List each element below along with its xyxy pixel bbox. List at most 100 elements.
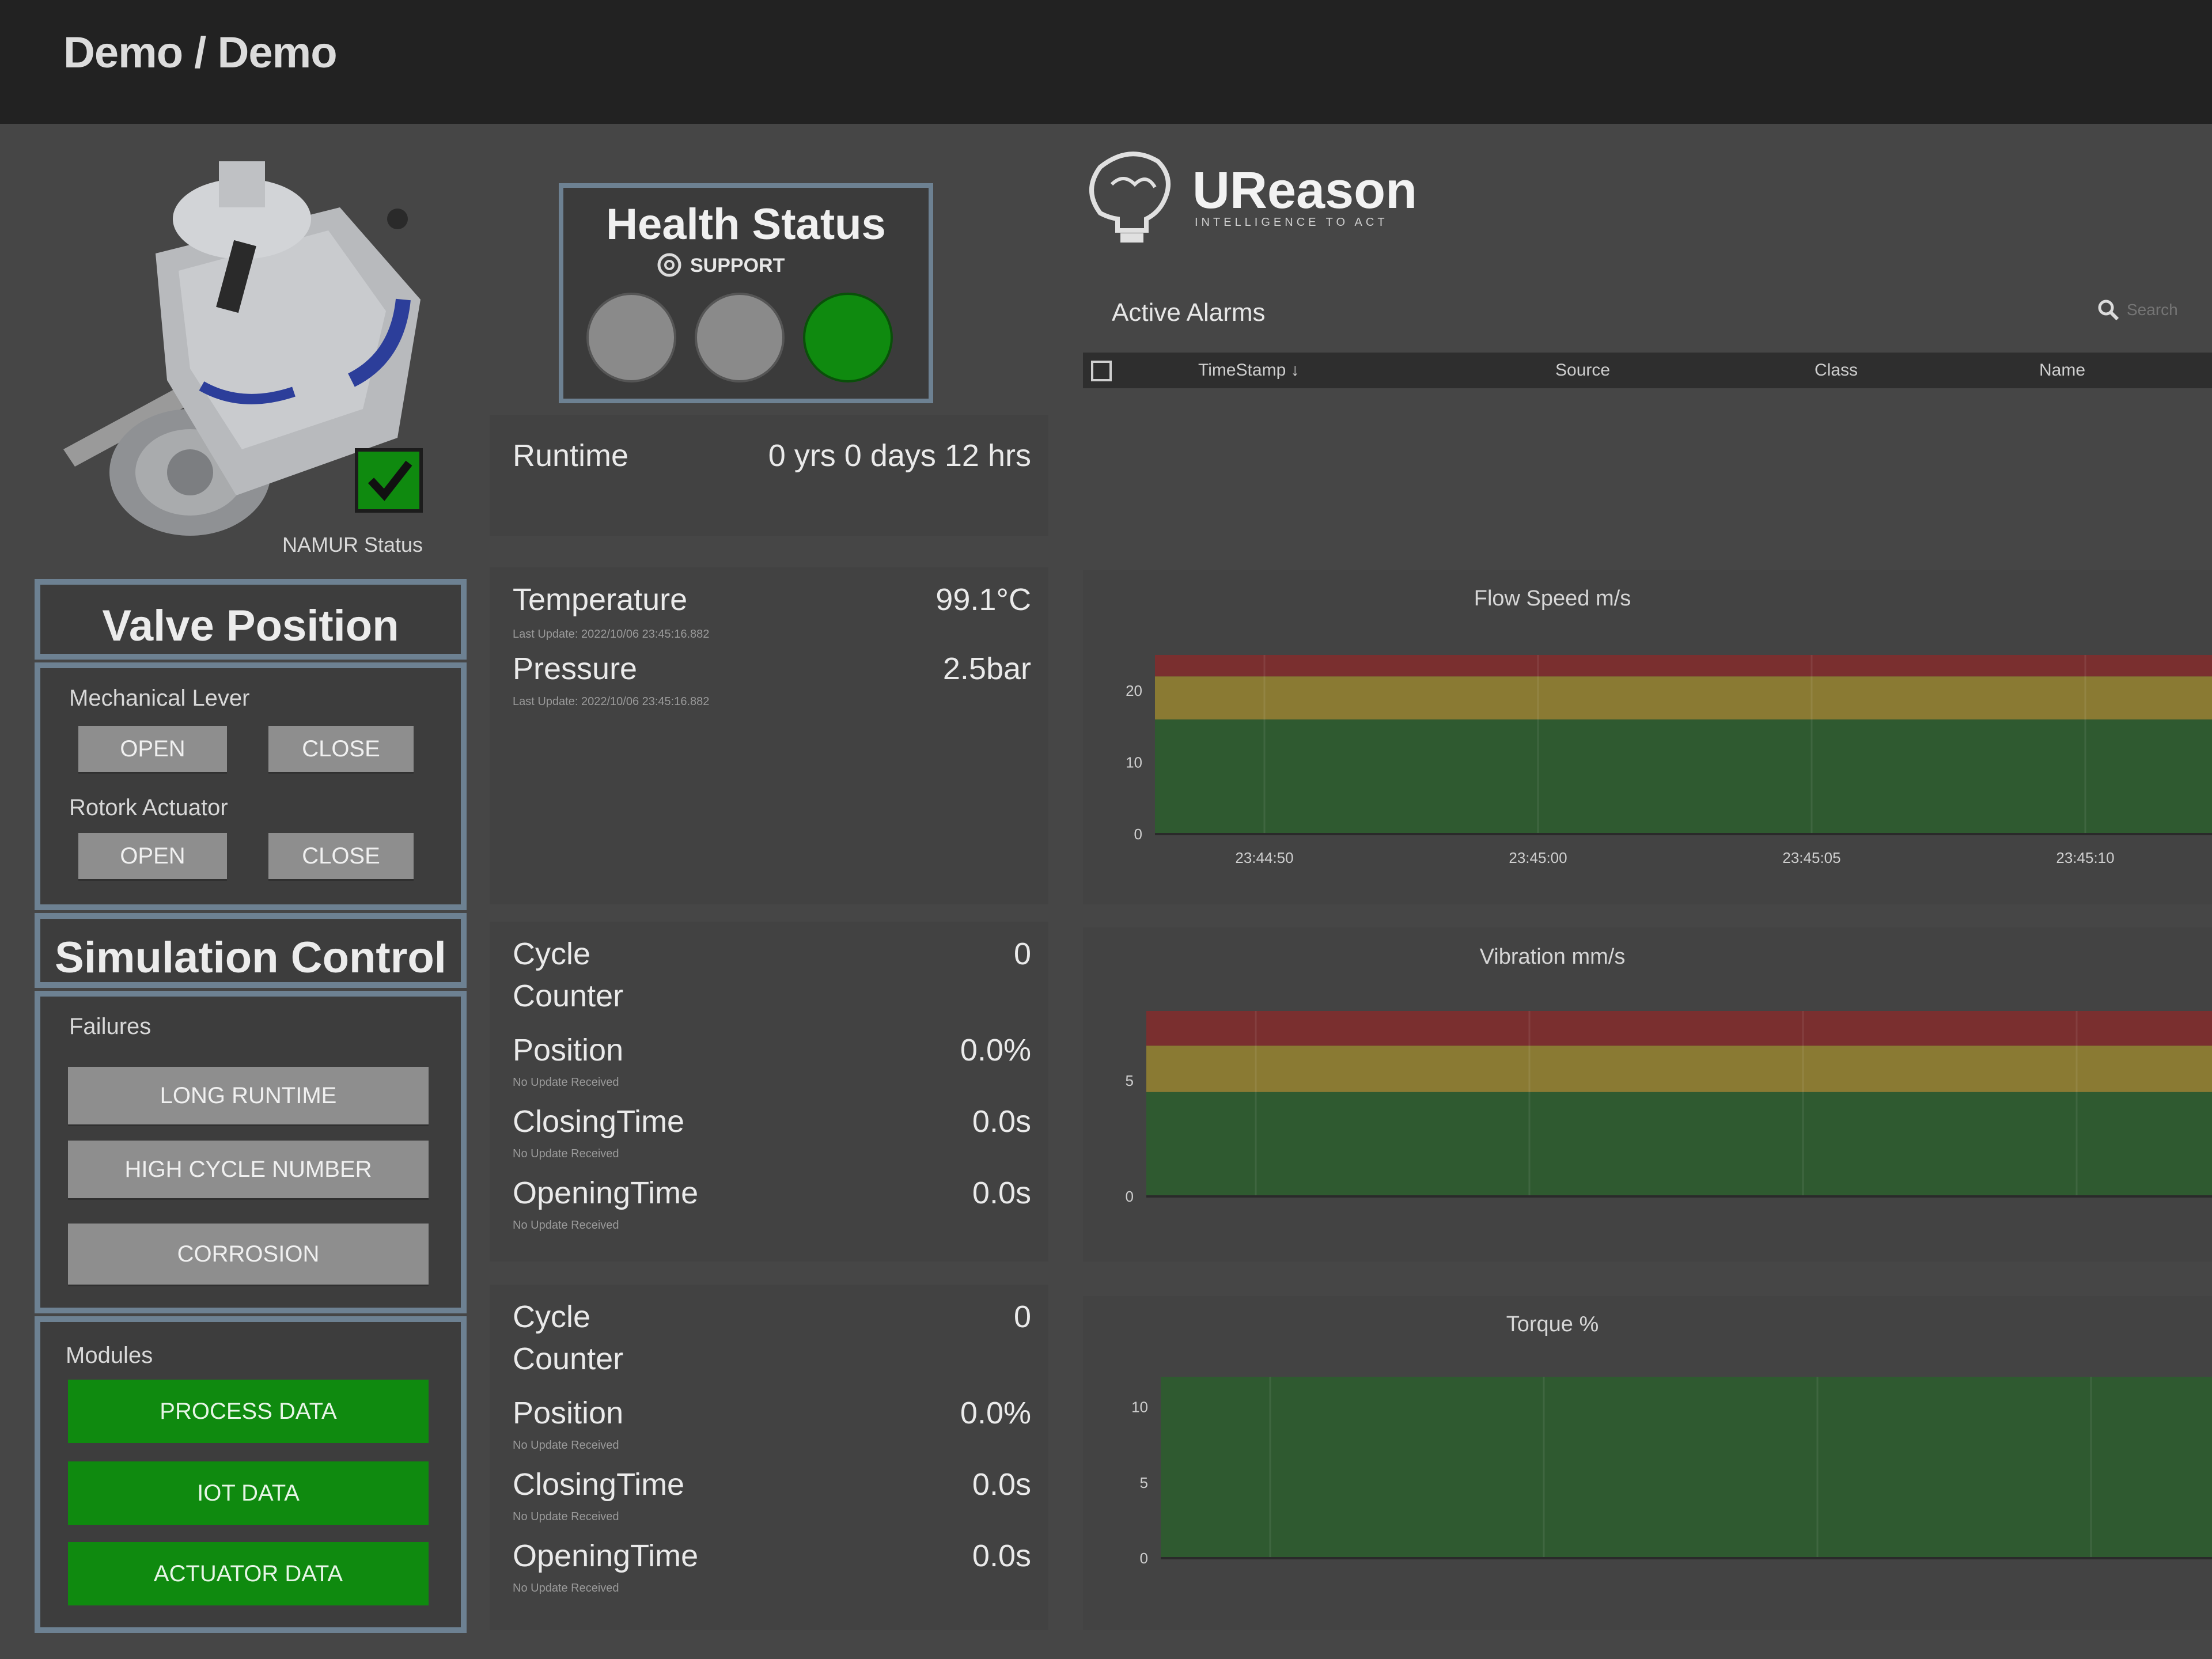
active-alarms-title: Active Alarms <box>1112 298 1266 327</box>
y-tick-label: 5 <box>1126 1072 1134 1089</box>
mechanical-lever-label: Mechanical Lever <box>69 685 250 711</box>
position-value: 0.0% <box>960 1033 1031 1067</box>
rotork-actuator-close-button[interactable]: CLOSE <box>268 833 414 879</box>
closing-time-label: ClosingTime <box>513 1467 685 1502</box>
x-tick-label: 23:45:00 <box>1509 849 1567 866</box>
corrosion-button[interactable]: CORROSION <box>68 1224 429 1285</box>
threshold-band-yellow <box>1155 676 2212 719</box>
actuator-panel-a: Cycle Counter 0 Position 0.0% No Update … <box>490 922 1048 1262</box>
column-timestamp[interactable]: TimeStamp ↓ <box>1198 361 1300 380</box>
top-bar: Demo / Demo <box>0 0 2212 124</box>
closing-time-label: ClosingTime <box>513 1104 685 1139</box>
runtime-value: 0 yrs 0 days 12 hrs <box>768 438 1031 473</box>
simulation-control-header: Simulation Control <box>35 913 467 988</box>
position-update: No Update Received <box>513 1439 619 1452</box>
torque-chart: 0 5 10 <box>1131 1377 2212 1567</box>
threshold-band-green <box>1155 719 2212 834</box>
checkmark-icon <box>368 460 412 501</box>
health-light-2 <box>695 293 785 382</box>
long-runtime-button[interactable]: LONG RUNTIME <box>68 1067 429 1124</box>
health-light-3 <box>803 293 893 382</box>
cycle-counter-value: 0 <box>1013 937 1031 971</box>
y-tick-label: 20 <box>1126 682 1142 699</box>
health-status-title: Health Status <box>606 200 886 249</box>
x-tick-label: 23:44:50 <box>1235 849 1293 866</box>
process-panel: Temperature 99.1°C Last Update: 2022/10/… <box>490 567 1048 904</box>
y-tick-label: 5 <box>1140 1474 1148 1491</box>
closing-time-update: No Update Received <box>513 1147 619 1160</box>
modules-label: Modules <box>66 1343 153 1368</box>
ureason-logo: UReason INTELLIGENCE TO ACT <box>1077 144 1446 253</box>
mechanical-lever-open-button[interactable]: OPEN <box>78 726 227 772</box>
closing-time-value: 0.0s <box>972 1104 1031 1139</box>
pressure-value: 2.5bar <box>942 652 1031 686</box>
valve-position-header: Valve Position <box>35 579 467 660</box>
column-source[interactable]: Source <box>1555 361 1610 380</box>
flow-speed-chart-panel: Flow Speed m/s 0 10 20 23:44:50 23:45:00 23:4… <box>1083 570 2212 904</box>
y-tick-label: 10 <box>1131 1399 1148 1416</box>
health-status-panel: Health Status SUPPORT <box>559 183 933 403</box>
mechanical-lever-close-button[interactable]: CLOSE <box>268 726 414 772</box>
column-name[interactable]: Name <box>2039 361 2085 380</box>
pressure-label: Pressure <box>513 652 638 686</box>
rotork-actuator-open-button[interactable]: OPEN <box>78 833 227 879</box>
temperature-label: Temperature <box>513 582 688 617</box>
sort-down-icon: ↓ <box>1286 361 1300 380</box>
support-label: SUPPORT <box>690 255 785 276</box>
valve-position-title: Valve Position <box>102 601 399 650</box>
y-tick-label: 0 <box>1126 1188 1134 1205</box>
runtime-panel: Runtime 0 yrs 0 days 12 hrs <box>490 415 1048 536</box>
column-class[interactable]: Class <box>1815 361 1858 380</box>
vibration-chart: 05 <box>1126 1011 2212 1205</box>
threshold-band-yellow <box>1146 1046 2212 1092</box>
y-tick-label: 0 <box>1140 1550 1148 1567</box>
cycle-counter-label-line2: Counter <box>513 979 624 1013</box>
threshold-band-green <box>1161 1377 2212 1558</box>
temperature-update: Last Update: 2022/10/06 23:45:16.882 <box>513 628 710 641</box>
column-timestamp-label: TimeStamp <box>1198 361 1286 380</box>
opening-time-update: No Update Received <box>513 1582 619 1594</box>
x-tick-label: 23:45:10 <box>2056 849 2114 866</box>
namur-status-checkbox <box>355 448 423 513</box>
temperature-value: 99.1°C <box>935 582 1031 617</box>
iot-data-button[interactable]: IOT DATA <box>68 1461 429 1525</box>
cycle-counter-label-line2: Counter <box>513 1342 624 1376</box>
support-icon <box>657 253 681 277</box>
high-cycle-number-button[interactable]: HIGH CYCLE NUMBER <box>68 1141 429 1198</box>
search-icon <box>2098 300 2119 321</box>
namur-status-label: NAMUR Status <box>282 533 423 556</box>
threshold-band-green <box>1146 1092 2212 1196</box>
select-all-checkbox[interactable] <box>1091 361 1112 381</box>
position-label: Position <box>513 1033 624 1067</box>
alarm-search-input[interactable] <box>2126 297 2212 323</box>
alarm-search[interactable] <box>2097 294 2212 328</box>
position-update: No Update Received <box>513 1076 619 1089</box>
brain-bulb-icon <box>1089 151 1171 243</box>
brand-name: UReason <box>1192 162 1418 219</box>
closing-time-update: No Update Received <box>513 1510 619 1523</box>
alarms-table-header: TimeStamp ↓ Source Class Name <box>1083 353 2212 388</box>
y-tick-label: 0 <box>1134 825 1142 843</box>
opening-time-update: No Update Received <box>513 1219 619 1232</box>
actuator-panel-b: Cycle Counter 0 Position 0.0% No Update … <box>490 1285 1048 1630</box>
opening-time-value: 0.0s <box>972 1539 1031 1573</box>
position-value: 0.0% <box>960 1396 1031 1430</box>
cycle-counter-label-line1: Cycle <box>513 1300 591 1334</box>
closing-time-value: 0.0s <box>972 1467 1031 1502</box>
simulation-control-title: Simulation Control <box>55 933 446 982</box>
opening-time-label: OpeningTime <box>513 1176 699 1210</box>
runtime-label: Runtime <box>513 438 629 473</box>
threshold-band-red <box>1146 1011 2212 1046</box>
rotork-actuator-label: Rotork Actuator <box>69 795 228 820</box>
actuator-data-button[interactable]: ACTUATOR DATA <box>68 1542 429 1605</box>
modules-panel: Modules PROCESS DATA IOT DATA ACTUATOR D… <box>35 1316 467 1633</box>
x-tick-label: 23:45:05 <box>1782 849 1840 866</box>
opening-time-label: OpeningTime <box>513 1539 699 1573</box>
brand-tagline: INTELLIGENCE TO ACT <box>1195 216 1388 229</box>
support-label-row: SUPPORT <box>656 251 840 279</box>
page-title: Demo / Demo <box>63 28 338 77</box>
failures-label: Failures <box>69 1014 151 1039</box>
process-data-button[interactable]: PROCESS DATA <box>68 1380 429 1443</box>
pressure-update: Last Update: 2022/10/06 23:45:16.882 <box>513 695 710 708</box>
cycle-counter-value: 0 <box>1013 1300 1031 1334</box>
